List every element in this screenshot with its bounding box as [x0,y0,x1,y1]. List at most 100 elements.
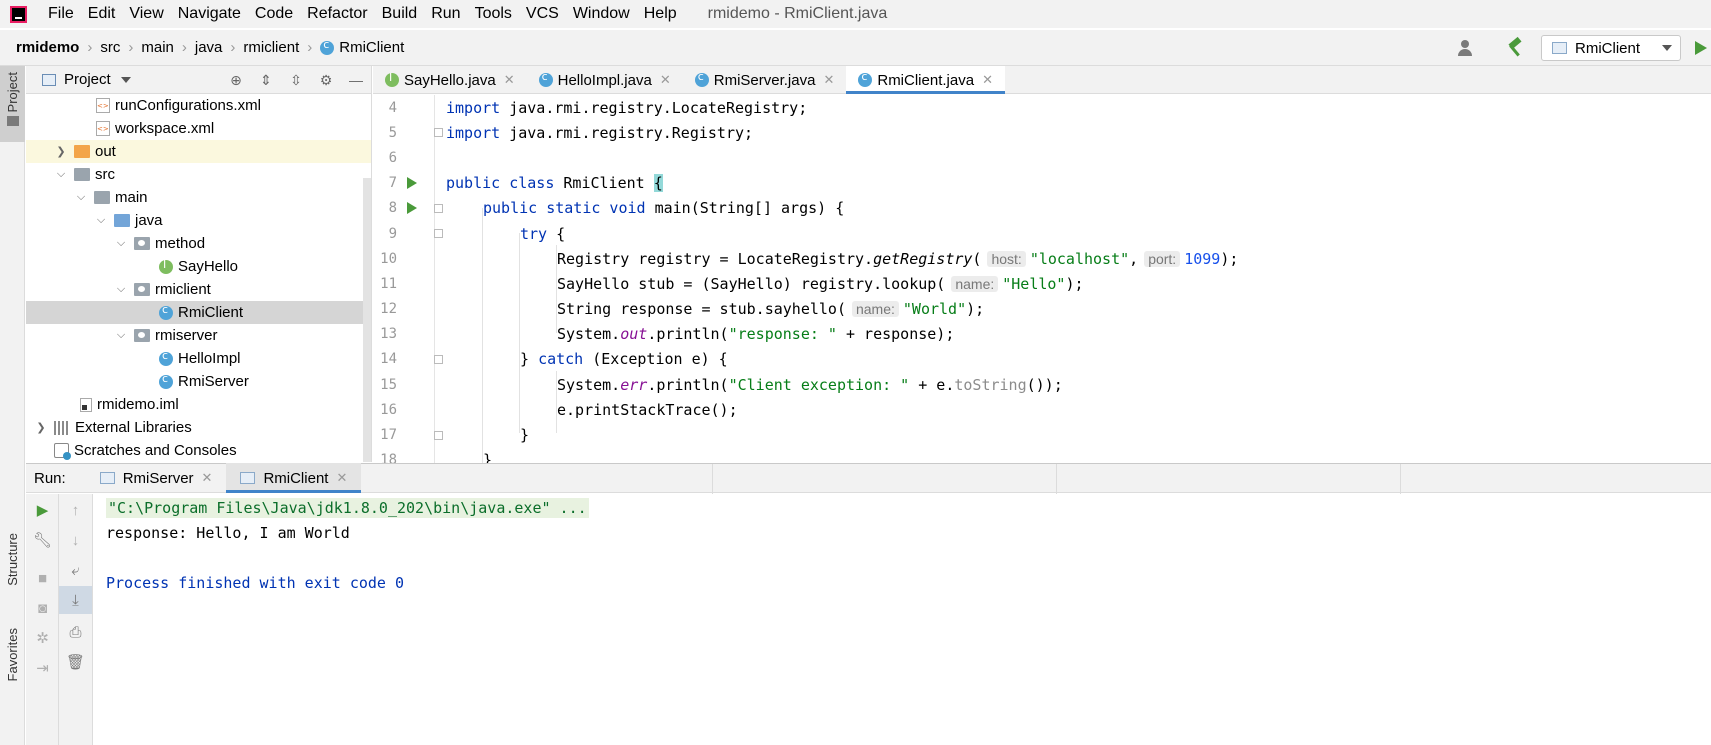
tree-item-method[interactable]: ⌵ method [26,232,371,255]
tree-item-rmiclient-class[interactable]: RmiClient [26,301,371,324]
fold-marker-icon[interactable] [434,430,443,440]
chevron-down-icon[interactable]: ⌵ [94,214,108,227]
project-tree-scrollbar[interactable] [363,178,371,462]
console-output[interactable]: "C:\Program Files\Java\jdk1.8.0_202\bin\… [94,494,1711,745]
wrench-icon[interactable]: 🔧︎ [26,526,59,554]
tree-item-rmidemo-iml[interactable]: rmidemo.iml [26,393,371,416]
tree-item-rmiserver-class[interactable]: RmiServer [26,370,371,393]
breadcrumb-java[interactable]: java [187,39,223,56]
run-gutter-icon[interactable] [407,177,417,190]
tree-item-runconfigurations[interactable]: runConfigurations.xml [26,94,371,117]
breadcrumb-rmiclient[interactable]: rmiclient [235,39,299,56]
tree-item-main[interactable]: ⌵ main [26,186,371,209]
exit-icon[interactable]: ⇥ [26,654,59,682]
run-gutter-icon[interactable] [407,202,417,215]
chevron-right-icon[interactable]: ❯ [34,421,48,434]
project-tool-button[interactable]: Project [0,66,25,142]
tree-item-rmiclient-package[interactable]: ⌵ rmiclient [26,278,371,301]
breadcrumb-project[interactable]: rmidemo [0,39,79,56]
tree-item-helloimpl[interactable]: HelloImpl [26,347,371,370]
trash-icon[interactable]: 🗑︎ [59,648,92,676]
gear-icon[interactable]: ⚙ [311,66,341,94]
chevron-down-icon[interactable]: ⌵ [114,283,128,296]
fold-marker-icon[interactable] [434,229,443,239]
menu-help[interactable]: Help [637,5,684,23]
close-icon[interactable]: ✕ [982,72,993,88]
build-hammer-icon[interactable] [1505,38,1527,58]
tab-sayhello[interactable]: SayHello.java ✕ [373,66,527,94]
soft-wrap-icon[interactable]: ⤶ [59,556,92,584]
tree-item-out[interactable]: ❯ out [26,140,371,163]
up-arrow-icon[interactable]: ↑ [59,496,92,524]
print-icon[interactable]: ⎙ [59,618,92,646]
rerun-icon[interactable]: ▶ [26,496,59,524]
fold-marker-icon[interactable] [434,203,443,213]
menu-edit[interactable]: Edit [81,5,123,23]
close-icon[interactable]: ✕ [660,72,671,88]
chevron-down-icon[interactable]: ⌵ [54,168,68,181]
tab-label: RmiClient.java [877,71,975,89]
tab-helloimpl[interactable]: HelloImpl.java ✕ [527,66,683,94]
camera-icon[interactable]: ◙ [26,594,59,622]
code-editor[interactable]: 4 import java.rmi.registry.LocateRegistr… [373,95,1711,463]
close-icon[interactable]: ✕ [504,72,515,88]
stop-icon[interactable]: ■ [26,564,59,592]
settings-icon[interactable]: ✲ [26,624,59,652]
console-command[interactable]: "C:\Program Files\Java\jdk1.8.0_202\bin\… [106,497,589,518]
expand-all-icon[interactable]: ⇕ [251,66,281,94]
structure-tool-button[interactable]: Structure [0,533,25,613]
run-tab-rmiserver[interactable]: RmiServer ✕ [86,463,227,493]
scroll-to-end-icon[interactable]: ⤓ [59,586,92,614]
menu-navigate[interactable]: Navigate [171,5,248,23]
editor-tab-bar: SayHello.java ✕ HelloImpl.java ✕ RmiServ… [373,66,1711,94]
close-icon[interactable]: ✕ [823,72,834,88]
breadcrumb-src[interactable]: src [92,39,120,56]
code-line: 4 import java.rmi.registry.LocateRegistr… [373,95,1711,120]
tree-item-java[interactable]: ⌵ java [26,209,371,232]
menu-build[interactable]: Build [375,5,425,23]
locate-file-icon[interactable]: ⊕ [221,66,251,94]
menu-code[interactable]: Code [248,5,300,23]
project-panel-header: Project ⊕ ⇕ ⇳ ⚙ — [26,66,371,94]
fold-marker-icon[interactable] [434,354,443,364]
menu-run[interactable]: Run [424,5,467,23]
menu-view[interactable]: View [122,5,170,23]
interface-icon [385,71,399,87]
run-tab-rmiclient[interactable]: RmiClient ✕ [226,463,362,493]
close-icon[interactable]: ✕ [336,470,347,486]
run-configuration-select[interactable]: RmiClient [1541,35,1681,61]
chevron-down-icon[interactable]: ⌵ [114,329,128,342]
chevron-down-icon[interactable]: ⌵ [114,237,128,250]
tree-item-sayhello[interactable]: SayHello [26,255,371,278]
menu-vcs[interactable]: VCS [519,5,566,23]
down-arrow-icon[interactable]: ↓ [59,526,92,554]
close-icon[interactable]: ✕ [202,470,213,486]
tab-rmiserver[interactable]: RmiServer.java ✕ [683,66,847,94]
run-icon[interactable] [1695,41,1707,55]
menu-refactor[interactable]: Refactor [300,5,374,23]
menu-window[interactable]: Window [566,5,637,23]
tree-item-src[interactable]: ⌵ src [26,163,371,186]
collapse-all-icon[interactable]: ⇳ [281,66,311,94]
code-text: } [483,451,493,463]
user-icon[interactable] [1457,39,1483,57]
breadcrumb-main[interactable]: main [133,39,174,56]
code-line: 8 public static void main(String[] args)… [373,196,1711,221]
tree-item-rmiserver-package[interactable]: ⌵ rmiserver [26,324,371,347]
hide-panel-icon[interactable]: — [341,66,371,94]
tree-item-workspace[interactable]: workspace.xml [26,117,371,140]
menu-bar: File Edit View Navigate Code Refactor Bu… [0,0,1711,28]
chevron-down-icon[interactable]: ⌵ [74,191,88,204]
menu-file[interactable]: File [41,5,81,23]
breadcrumb-class[interactable]: RmiClient [312,38,404,56]
tree-item-scratches[interactable]: Scratches and Consoles [26,439,371,462]
chevron-right-icon[interactable]: ❯ [54,145,68,158]
code-text: e.printStackTrace(); [557,400,738,419]
tree-item-external-libraries[interactable]: ❯ External Libraries [26,416,371,439]
project-view-selector[interactable]: Project [26,71,139,88]
tab-rmiclient[interactable]: RmiClient.java ✕ [846,66,1005,94]
favorites-tool-button[interactable]: Favorites [0,628,25,738]
tree-item-label: method [155,235,206,252]
fold-marker-icon[interactable] [434,128,443,138]
menu-tools[interactable]: Tools [468,5,519,23]
